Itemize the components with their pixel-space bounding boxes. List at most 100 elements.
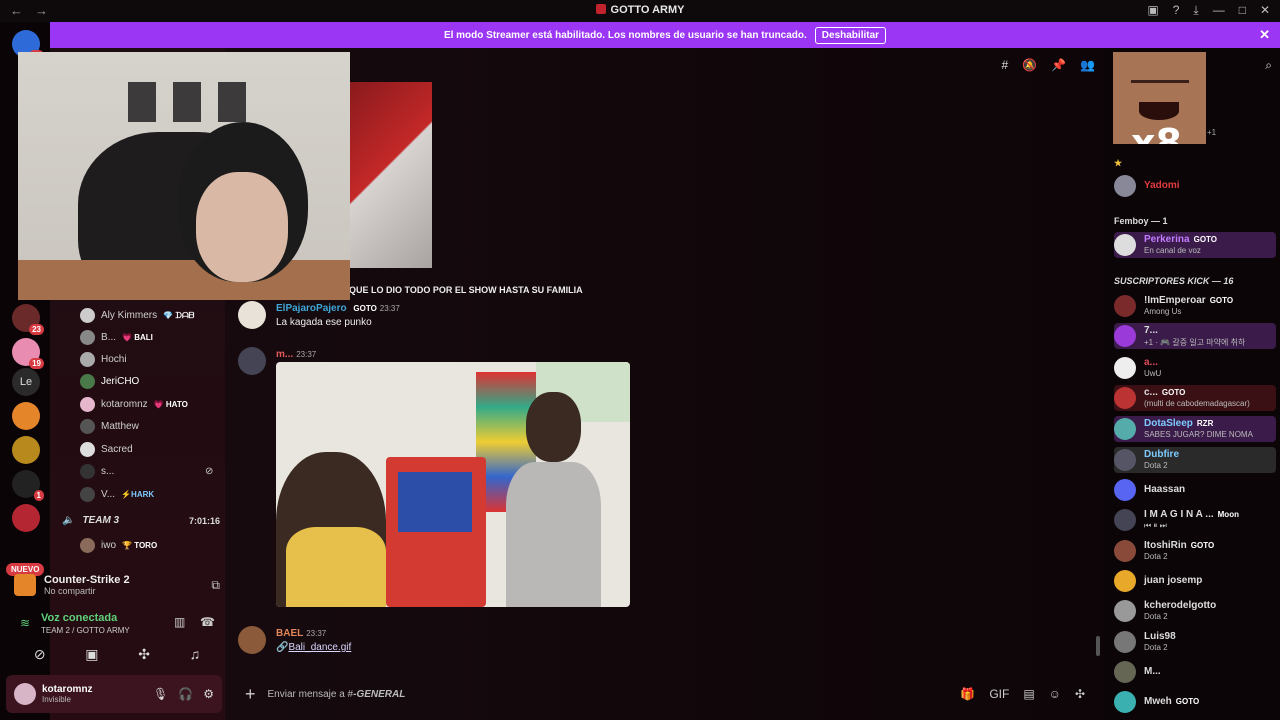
avatar bbox=[80, 352, 95, 367]
avatar bbox=[80, 419, 95, 434]
close-banner-icon[interactable]: ✕ bbox=[1259, 27, 1270, 43]
camera-off-icon[interactable]: ⊘ bbox=[34, 646, 46, 663]
member-item[interactable]: Luis98 Dota 2 bbox=[1114, 629, 1276, 655]
voice-member[interactable]: Matthew bbox=[80, 419, 139, 434]
member-item[interactable]: I M A G I N A ... Moon ⏮ ⏸ ⏭ bbox=[1114, 507, 1276, 533]
apps-icon[interactable]: ✣ bbox=[1075, 687, 1085, 701]
inbox-icon[interactable]: ▣ bbox=[1147, 3, 1158, 18]
avatar bbox=[80, 397, 95, 412]
voice-member[interactable]: Aly Kimmers 💎 ᗪᗩᗷ bbox=[80, 308, 194, 323]
headphones-icon[interactable]: 🎧 bbox=[178, 687, 193, 701]
voice-connected-panel: ≋ Voz conectada TEAM 2 / GOTTO ARMY ▥ ☎ bbox=[20, 612, 215, 635]
voice-controls: ⊘ ▣ ✣ ♫ bbox=[14, 641, 220, 667]
member-item[interactable]: Haassan bbox=[1114, 477, 1276, 503]
microphone-icon[interactable]: 🎙 bbox=[153, 687, 168, 701]
soundboard-icon[interactable]: ♫ bbox=[190, 646, 201, 662]
voice-member[interactable]: B... 💗 BALI bbox=[80, 330, 153, 345]
voice-member[interactable]: JeriCHO bbox=[80, 374, 139, 389]
member-item[interactable]: Perkerina GOTO En canal de voz bbox=[1114, 232, 1276, 258]
user-avatar[interactable] bbox=[14, 683, 36, 705]
avatar bbox=[1114, 234, 1136, 256]
disconnect-icon[interactable]: ☎ bbox=[200, 615, 215, 629]
pin-icon[interactable]: 📌 bbox=[1051, 58, 1066, 72]
add-attachment-icon[interactable]: + bbox=[245, 684, 256, 705]
member-item[interactable]: kcherodelgotto Dota 2 bbox=[1114, 598, 1276, 624]
chat-image-attachment[interactable] bbox=[350, 82, 432, 268]
maximize-icon[interactable]: □ bbox=[1239, 3, 1246, 18]
author-avatar[interactable] bbox=[238, 301, 266, 329]
avatar bbox=[1114, 691, 1136, 713]
member-item[interactable]: ItoshiRin GOTO Dota 2 bbox=[1114, 538, 1276, 564]
voice-member[interactable]: iwo 🏆 TORO bbox=[80, 538, 157, 553]
avatar bbox=[1114, 418, 1136, 440]
activity-panel[interactable]: Counter-Strike 2 No compartir ⧉ bbox=[14, 567, 220, 603]
avatar bbox=[1114, 631, 1136, 653]
avatar bbox=[1114, 175, 1136, 197]
member-item[interactable]: Yadomi bbox=[1114, 173, 1276, 199]
member-item[interactable]: 7... +1 · 🎮 갈증 일고 마약에 취하 bbox=[1114, 323, 1276, 349]
server-icon[interactable] bbox=[12, 402, 40, 430]
member-item[interactable]: c... GOTO (multi de cabodemadagascar) bbox=[1114, 385, 1276, 411]
member-item[interactable]: Dubfire Dota 2 bbox=[1114, 447, 1276, 473]
user-panel: kotaromnz Invisible 🎙 🎧 ⚙ bbox=[6, 675, 222, 713]
search-icon[interactable]: ⌕ bbox=[1265, 58, 1272, 73]
noise-suppression-icon[interactable]: ▥ bbox=[174, 615, 185, 629]
server-icon bbox=[595, 4, 606, 14]
server-icon[interactable]: 19 bbox=[12, 338, 44, 369]
server-icon[interactable]: Le bbox=[12, 368, 40, 396]
voice-member[interactable]: Sacred bbox=[80, 442, 133, 457]
avatar bbox=[80, 464, 95, 479]
notification-mute-icon[interactable]: 🔕 bbox=[1022, 58, 1037, 72]
close-window-icon[interactable]: ✕ bbox=[1260, 3, 1270, 18]
download-icon[interactable]: ⤓ bbox=[1193, 3, 1198, 18]
help-icon[interactable]: ? bbox=[1173, 3, 1180, 18]
threads-icon[interactable]: # bbox=[1001, 58, 1008, 72]
avatar bbox=[1114, 509, 1136, 531]
gift-icon[interactable]: 🎁 bbox=[960, 687, 975, 701]
server-icon[interactable]: 23 bbox=[12, 304, 44, 335]
cs2-logo-icon bbox=[14, 574, 36, 596]
avatar bbox=[80, 374, 95, 389]
avatar bbox=[1114, 295, 1136, 317]
gif-icon[interactable]: GIF bbox=[989, 687, 1009, 701]
member-item[interactable]: a... UwU bbox=[1114, 355, 1276, 381]
server-icon[interactable] bbox=[12, 436, 40, 464]
avatar bbox=[80, 487, 95, 502]
member-item[interactable]: Mweh GOTO bbox=[1114, 689, 1276, 715]
member-item[interactable]: M... bbox=[1114, 659, 1276, 685]
voice-member[interactable]: V... ⚡HARK bbox=[80, 487, 154, 502]
scrollbar[interactable] bbox=[1096, 636, 1100, 656]
disable-streamer-button[interactable]: Deshabilitar bbox=[814, 26, 887, 44]
member-item[interactable]: juan josemp bbox=[1114, 568, 1276, 594]
screen-share-icon[interactable]: ▣ bbox=[85, 646, 98, 663]
voice-channel-team3[interactable]: 🔈 TEAM 3 7:01:16 bbox=[62, 515, 220, 526]
emote-overlay: x8 bbox=[1113, 52, 1206, 144]
members-icon[interactable]: 👥 bbox=[1080, 58, 1095, 72]
sticker-icon[interactable]: ▤ bbox=[1023, 687, 1034, 701]
speaker-icon: 🔈 bbox=[62, 515, 75, 526]
activities-icon[interactable]: ✣ bbox=[138, 646, 150, 663]
stream-icon[interactable]: ⧉ bbox=[211, 578, 220, 593]
voice-member[interactable]: kotaromnz 💗 HATO bbox=[80, 397, 188, 412]
server-icon[interactable]: 1 bbox=[12, 470, 44, 501]
voice-member[interactable]: s... ⊘ bbox=[80, 464, 213, 479]
message-input-bar: + Enviar mensaje a #-GENERAL 🎁 GIF ▤ ☺ ✣ bbox=[235, 677, 1095, 711]
avatar bbox=[80, 442, 95, 457]
server-icon[interactable] bbox=[12, 504, 40, 532]
voice-member[interactable]: Hochi bbox=[80, 352, 127, 367]
avatar bbox=[1114, 600, 1136, 622]
member-item[interactable]: DotaSleep RZR SABES JUGAR? DIME NOMA bbox=[1114, 416, 1276, 442]
avatar bbox=[1114, 325, 1136, 347]
member-item[interactable]: !ImEmperoar GOTO Among Us bbox=[1114, 293, 1276, 319]
webcam-overlay bbox=[18, 52, 350, 300]
title-bar: ← → GOTTO ARMY ▣ ? ⤓ — □ ✕ bbox=[0, 0, 1280, 22]
emoji-icon[interactable]: ☺ bbox=[1049, 687, 1061, 701]
avatar bbox=[1114, 479, 1136, 501]
minimize-icon[interactable]: — bbox=[1213, 3, 1225, 18]
avatar bbox=[1114, 387, 1136, 409]
author-avatar[interactable] bbox=[238, 626, 266, 654]
message-input[interactable]: Enviar mensaje a #-GENERAL bbox=[268, 689, 406, 700]
author-avatar[interactable] bbox=[238, 347, 266, 375]
chat-photo-attachment[interactable] bbox=[276, 362, 630, 607]
settings-gear-icon[interactable]: ⚙ bbox=[203, 687, 214, 701]
